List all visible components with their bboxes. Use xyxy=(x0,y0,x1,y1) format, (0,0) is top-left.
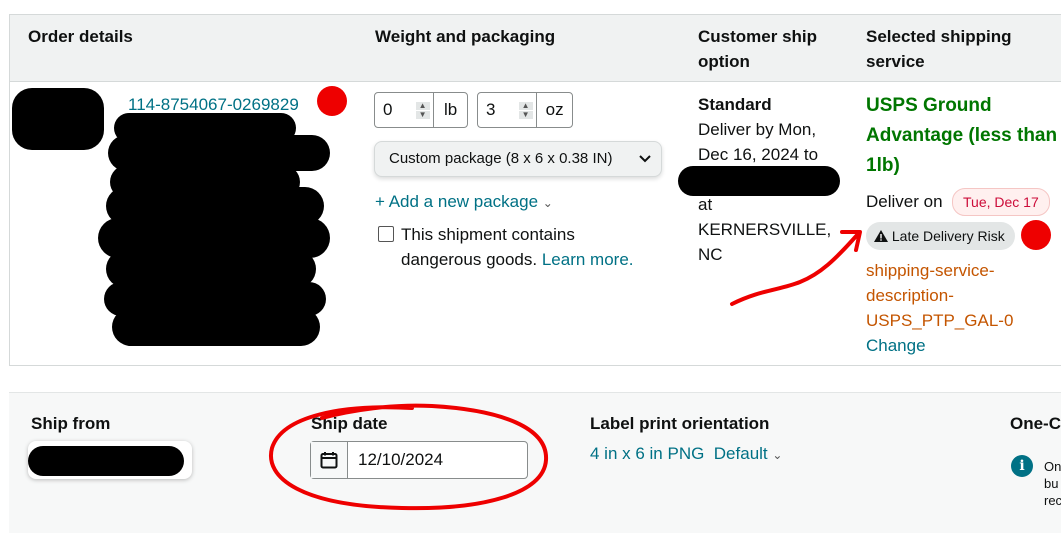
header-weight-packaging: Weight and packaging xyxy=(375,27,556,46)
chevron-down-icon xyxy=(639,142,651,188)
package-select-value: Custom package (8 x 6 x 0.38 IN) xyxy=(389,150,613,167)
annotation-arrow xyxy=(730,230,862,306)
customer-ship-option: Standard Deliver by Mon, Dec 16, 2024 to xyxy=(698,95,819,164)
late-delivery-risk-badge: Late Delivery Risk xyxy=(866,222,1015,250)
change-service-link[interactable]: Change xyxy=(866,333,926,358)
annotation-red-dot xyxy=(317,86,347,116)
annotation-red-dot xyxy=(1021,220,1051,250)
warning-icon xyxy=(874,228,892,244)
deliver-on-label: Deliver on xyxy=(866,192,943,211)
one-click-label: One-C xyxy=(1010,414,1061,433)
lb-stepper-icon[interactable]: ▲ ▼ xyxy=(412,93,433,127)
header-selected-shipping-service: Selected shipping service xyxy=(866,27,1012,71)
order-id-link[interactable]: 114-8754067-0269829 xyxy=(128,92,299,117)
weight-lb-input[interactable]: 0 ▲ ▼ lb xyxy=(374,92,468,128)
weight-oz-value[interactable]: 3 xyxy=(478,93,515,127)
ship-from-label: Ship from xyxy=(31,414,111,433)
weight-lb-value[interactable]: 0 xyxy=(375,93,412,127)
oz-unit-label: oz xyxy=(536,93,572,127)
lb-unit-label: lb xyxy=(433,93,467,127)
redaction xyxy=(112,308,320,346)
add-package-link[interactable]: + Add a new package ⌄ xyxy=(375,189,553,216)
package-select[interactable]: Custom package (8 x 6 x 0.38 IN) xyxy=(374,141,662,177)
learn-more-link[interactable]: Learn more. xyxy=(542,250,634,269)
label-print-orientation-label: Label print orientation xyxy=(590,414,770,433)
info-icon: i xyxy=(1011,455,1033,477)
chevron-down-icon: ⌄ xyxy=(772,448,783,462)
weight-oz-input[interactable]: 3 ▲ ▼ oz xyxy=(477,92,573,128)
redaction xyxy=(28,446,184,476)
shipping-service-name: USPS Ground Advantage (less than 1lb) xyxy=(866,95,1058,176)
redaction xyxy=(12,88,104,150)
one-click-note: On bu rec xyxy=(1044,459,1061,508)
dangerous-goods-label: This shipment contains dangerous goods. … xyxy=(401,225,634,269)
oz-stepper-icon[interactable]: ▲ ▼ xyxy=(515,93,536,127)
shipping-service-description: shipping-service- description- USPS_PTP_… xyxy=(866,261,1014,330)
chevron-down-icon: ⌄ xyxy=(542,196,553,210)
dangerous-goods-checkbox[interactable] xyxy=(378,226,394,242)
header-order-details: Order details xyxy=(28,27,133,46)
delivery-date-badge: Tue, Dec 17 xyxy=(952,188,1050,216)
label-format-selector[interactable]: 4 in x 6 in PNG Default ⌄ xyxy=(590,441,782,468)
header-customer-ship-option: Customer ship option xyxy=(698,27,818,71)
annotation-circle xyxy=(269,403,549,511)
